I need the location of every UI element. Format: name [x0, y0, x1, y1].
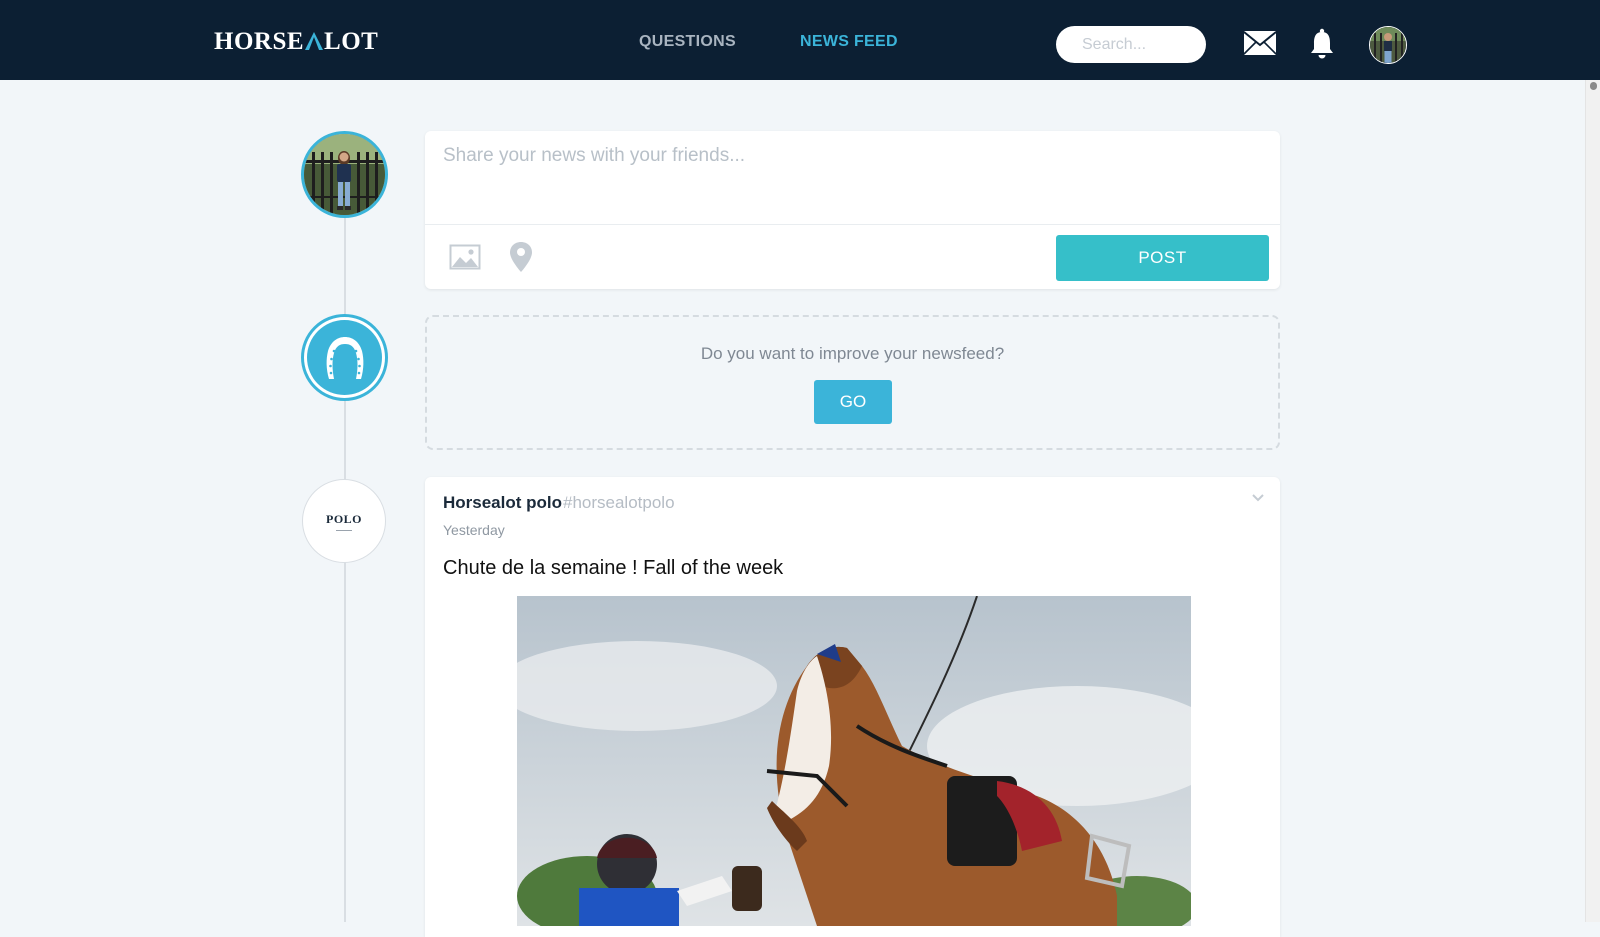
composer-avatar-photo	[304, 134, 385, 215]
search-input[interactable]	[1056, 26, 1206, 63]
composer-input[interactable]	[425, 131, 1280, 225]
post-author-name[interactable]: Horsealot polo	[443, 493, 562, 513]
horseshoe-badge	[301, 314, 388, 401]
post-author-avatar[interactable]: POLO	[302, 479, 386, 563]
post-timestamp: Yesterday	[443, 522, 505, 538]
horsealot-logo[interactable]: HORSE LOT	[214, 28, 378, 56]
page-scrollbar[interactable]	[1585, 80, 1600, 922]
improve-newsfeed-panel: Do you want to improve your newsfeed? GO	[425, 315, 1280, 450]
location-pin-icon[interactable]	[509, 241, 533, 273]
post-photo-polo-horse	[517, 596, 1191, 926]
improve-newsfeed-text: Do you want to improve your newsfeed?	[700, 344, 1005, 363]
mail-icon[interactable]	[1243, 30, 1277, 56]
post-button[interactable]: POST	[1056, 235, 1269, 281]
nav-news-feed[interactable]: NEWS FEED	[800, 33, 898, 51]
news-post: Horsealot polo #horsealotpolo Yesterday …	[425, 477, 1280, 937]
scrollbar-thumb[interactable]	[1590, 82, 1597, 90]
go-button[interactable]: GO	[814, 380, 892, 424]
post-image[interactable]	[517, 596, 1191, 926]
logo-caret-icon	[305, 32, 324, 50]
chevron-down-icon[interactable]	[1251, 493, 1265, 503]
composer-avatar[interactable]	[301, 131, 388, 218]
horseshoe-badge-inner	[307, 320, 382, 395]
logo-text-right: LOT	[324, 28, 379, 55]
polo-logo-rule	[336, 529, 352, 531]
user-avatar[interactable]	[1369, 26, 1407, 64]
polo-logo-text: POLO	[325, 511, 362, 526]
nav-questions[interactable]: QUESTIONS	[639, 33, 736, 51]
post-text: Chute de la semaine ! Fall of the week	[443, 557, 784, 579]
post-composer: POST	[425, 131, 1280, 289]
top-navigation-bar: HORSE LOT QUESTIONS NEWS FEED	[0, 0, 1600, 80]
bell-icon[interactable]	[1309, 28, 1335, 60]
logo-text-left: HORSE	[214, 28, 305, 55]
post-author-handle[interactable]: #horsealotpolo	[563, 493, 675, 513]
horseshoe-icon	[326, 336, 363, 379]
user-avatar-photo	[1370, 27, 1406, 63]
photo-icon[interactable]	[449, 244, 481, 270]
